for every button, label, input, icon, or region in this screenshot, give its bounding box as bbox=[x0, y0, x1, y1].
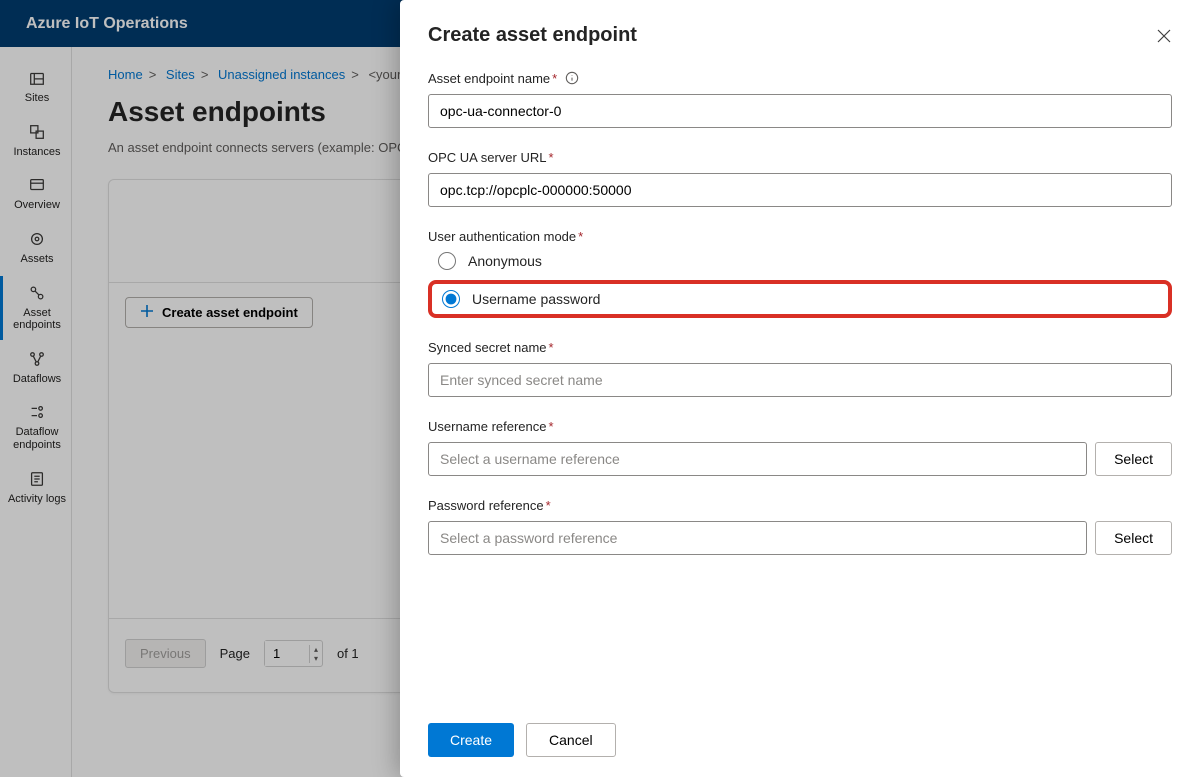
create-endpoint-panel: Create asset endpoint Asset endpoint nam… bbox=[400, 0, 1200, 777]
auth-anonymous-label: Anonymous bbox=[468, 253, 542, 269]
username-ref-select-button[interactable]: Select bbox=[1095, 442, 1172, 476]
password-ref-input[interactable] bbox=[428, 521, 1087, 555]
server-url-label: OPC UA server URL* bbox=[428, 150, 1172, 165]
field-endpoint-name: Asset endpoint name* bbox=[428, 71, 1172, 128]
field-username-ref: Username reference* Select bbox=[428, 419, 1172, 476]
close-button[interactable] bbox=[1150, 22, 1178, 50]
endpoint-name-input[interactable] bbox=[428, 94, 1172, 128]
modal-overlay: Create asset endpoint Asset endpoint nam… bbox=[0, 0, 1200, 777]
password-ref-label: Password reference* bbox=[428, 498, 1172, 513]
auth-mode-label: User authentication mode* bbox=[428, 229, 1172, 244]
auth-highlight: Username password bbox=[428, 280, 1172, 318]
panel-footer: Create Cancel bbox=[428, 707, 1172, 777]
username-ref-input[interactable] bbox=[428, 442, 1087, 476]
field-server-url: OPC UA server URL* bbox=[428, 150, 1172, 207]
panel-title: Create asset endpoint bbox=[428, 24, 1172, 47]
auth-userpass-option[interactable]: Username password bbox=[442, 290, 600, 308]
secret-name-label: Synced secret name* bbox=[428, 340, 1172, 355]
cancel-button[interactable]: Cancel bbox=[526, 723, 616, 757]
field-secret-name: Synced secret name* bbox=[428, 340, 1172, 397]
auth-anonymous-option[interactable]: Anonymous bbox=[438, 252, 1172, 270]
auth-anonymous-radio[interactable] bbox=[438, 252, 456, 270]
username-ref-label: Username reference* bbox=[428, 419, 1172, 434]
secret-name-input[interactable] bbox=[428, 363, 1172, 397]
info-icon[interactable] bbox=[565, 71, 579, 85]
field-auth-mode: User authentication mode* Anonymous User… bbox=[428, 229, 1172, 318]
server-url-input[interactable] bbox=[428, 173, 1172, 207]
endpoint-name-label: Asset endpoint name* bbox=[428, 71, 1172, 86]
password-ref-select-button[interactable]: Select bbox=[1095, 521, 1172, 555]
auth-userpass-label: Username password bbox=[472, 291, 600, 307]
auth-userpass-radio[interactable] bbox=[442, 290, 460, 308]
close-icon bbox=[1156, 28, 1172, 44]
create-button[interactable]: Create bbox=[428, 723, 514, 757]
field-password-ref: Password reference* Select bbox=[428, 498, 1172, 555]
